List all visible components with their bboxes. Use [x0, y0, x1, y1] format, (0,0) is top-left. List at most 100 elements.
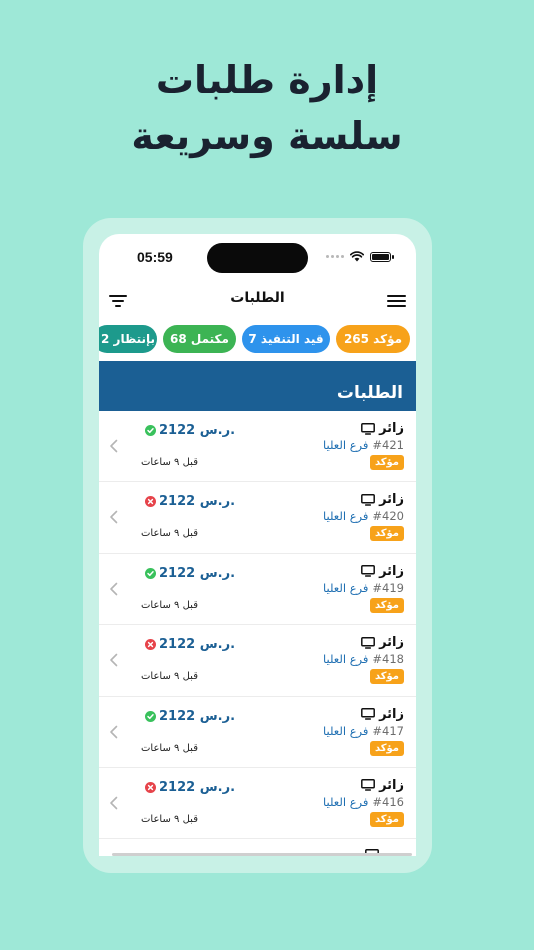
nav-bar: الطلبات [99, 284, 416, 316]
order-row[interactable]: زائر #421 فرع العليا مؤكد 2122 ر.س. قبل … [99, 411, 416, 483]
status-badge: مؤكد [369, 669, 404, 685]
status-time: 05:59 [137, 249, 173, 265]
order-source-label: زائر [379, 421, 404, 436]
check-circle-icon [145, 710, 156, 722]
order-source-label: زائر [379, 563, 404, 579]
order-time: قبل ٩ ساعات [141, 813, 198, 825]
order-source-label: زائر [379, 777, 404, 793]
order-time: قبل ٩ ساعات [141, 599, 198, 611]
order-source: زائر [361, 564, 404, 579]
chip-pending[interactable]: 2 بإنتظار [99, 325, 157, 353]
x-circle-icon [145, 639, 156, 651]
status-filter-chips: 265 مؤكد 7 قيد التنفيذ 68 مكتمل 2 بإنتظا… [99, 325, 416, 353]
order-meta: #416 فرع العليا [323, 795, 404, 809]
order-row[interactable]: زائر #419 فرع العليا مؤكد 2122 ر.س. قبل … [99, 554, 416, 626]
order-source-label: زائر [379, 635, 404, 651]
battery-icon [370, 251, 394, 262]
chip-completed[interactable]: 68 مكتمل [163, 325, 236, 353]
order-time: قبل ٩ ساعات [141, 742, 198, 754]
order-meta: #421 فرع العليا [323, 438, 404, 452]
order-source: زائر [361, 635, 404, 650]
order-source: زائر [361, 778, 404, 793]
order-time: قبل ٩ ساعات [141, 528, 198, 540]
check-circle-icon [145, 425, 156, 436]
monitor-icon [361, 779, 376, 792]
order-branch: فرع العليا [323, 580, 369, 595]
hero-line-1: إدارة طلبات [155, 58, 379, 102]
chevron-left-icon [110, 439, 118, 453]
section-header: الطلبات [99, 361, 416, 411]
order-id: #417 [372, 723, 404, 738]
monitor-icon [361, 493, 376, 506]
section-title: الطلبات [336, 383, 403, 403]
order-source: زائر [361, 492, 404, 507]
order-branch: فرع العليا [323, 794, 369, 809]
order-amount: 2122 ر.س. [145, 423, 235, 438]
status-badge: مؤكد [369, 526, 404, 542]
status-badge: مؤكد [369, 811, 404, 827]
status-badge: مؤكد [369, 597, 404, 613]
order-id: #418 [372, 652, 404, 667]
check-circle-icon [145, 567, 156, 579]
chevron-left-icon [110, 582, 118, 596]
order-source: زائر [361, 421, 404, 436]
order-amount-value: 2122 ر.س. [159, 423, 236, 438]
status-badge: مؤكد [369, 455, 404, 470]
chip-processing[interactable]: 7 قيد التنفيذ [242, 325, 330, 353]
monitor-icon [361, 708, 376, 720]
order-source: زائر [361, 707, 404, 722]
order-amount: 2122 ر.س. [145, 494, 235, 509]
phone-screen: 05:59 الطلبات 265 مؤكد 7 قيد التنفيذ 68 … [99, 234, 416, 856]
order-id: #421 [372, 438, 404, 452]
order-amount: 2122 ر.س. [145, 780, 235, 795]
order-meta: #418 فرع العليا [323, 652, 404, 666]
chevron-left-icon [110, 796, 118, 810]
x-circle-icon [145, 781, 156, 793]
order-branch: فرع العليا [323, 438, 369, 452]
status-icons [326, 251, 394, 262]
orders-list: زائر #421 فرع العليا مؤكد 2122 ر.س. قبل … [99, 411, 416, 856]
order-row[interactable]: زائر #416 فرع العليا مؤكد 2122 ر.س. قبل … [99, 768, 416, 840]
scroll-indicator [112, 853, 412, 856]
x-circle-icon [145, 496, 156, 508]
chevron-left-icon [110, 725, 118, 738]
order-id: #420 [372, 509, 404, 524]
order-amount-value: 2122 ر.س. [159, 637, 236, 653]
order-branch: فرع العليا [323, 509, 369, 524]
order-row[interactable]: زائر #417 فرع العليا مؤكد 2122 ر.س. قبل … [99, 697, 416, 768]
chevron-left-icon [110, 653, 118, 667]
order-amount: 2122 ر.س. [145, 637, 235, 652]
order-meta: #420 فرع العليا [323, 509, 404, 523]
chip-confirmed[interactable]: 265 مؤكد [336, 325, 410, 353]
order-id: #416 [372, 794, 404, 809]
chevron-left-icon [110, 511, 118, 524]
order-amount-value: 2122 ر.س. [159, 565, 236, 581]
order-branch: فرع العليا [323, 652, 369, 667]
order-source-label: زائر [379, 706, 404, 722]
order-amount-value: 2122 ر.س. [159, 708, 236, 724]
page-title: الطلبات [230, 290, 285, 306]
wifi-icon [350, 251, 364, 262]
status-bar: 05:59 [99, 234, 416, 284]
order-id: #419 [372, 580, 404, 595]
order-amount: 2122 ر.س. [145, 566, 235, 581]
order-amount-value: 2122 ر.س. [159, 494, 236, 510]
order-branch: فرع العليا [323, 723, 369, 738]
dynamic-island [207, 243, 308, 273]
status-badge: مؤكد [369, 740, 404, 756]
menu-icon[interactable] [387, 294, 406, 308]
hero-heading: إدارة طلبات سلسة وسريعة [0, 52, 534, 164]
order-meta: #419 فرع العليا [323, 581, 404, 595]
order-row[interactable]: زائر #418 فرع العليا مؤكد 2122 ر.س. قبل … [99, 625, 416, 697]
order-amount-value: 2122 ر.س. [159, 779, 236, 795]
order-source-label: زائر [379, 492, 404, 508]
order-row[interactable]: زائر #420 فرع العليا مؤكد 2122 ر.س. قبل … [99, 482, 416, 554]
order-time: قبل ٩ ساعات [141, 671, 198, 683]
monitor-icon [361, 422, 376, 435]
monitor-icon [361, 636, 376, 649]
signal-dots-icon [326, 255, 344, 258]
order-time: قبل ٩ ساعات [141, 457, 198, 468]
order-amount: 2122 ر.س. [145, 709, 235, 724]
order-meta: #417 فرع العليا [323, 724, 404, 738]
hero-line-2: سلسة وسريعة [131, 114, 403, 158]
